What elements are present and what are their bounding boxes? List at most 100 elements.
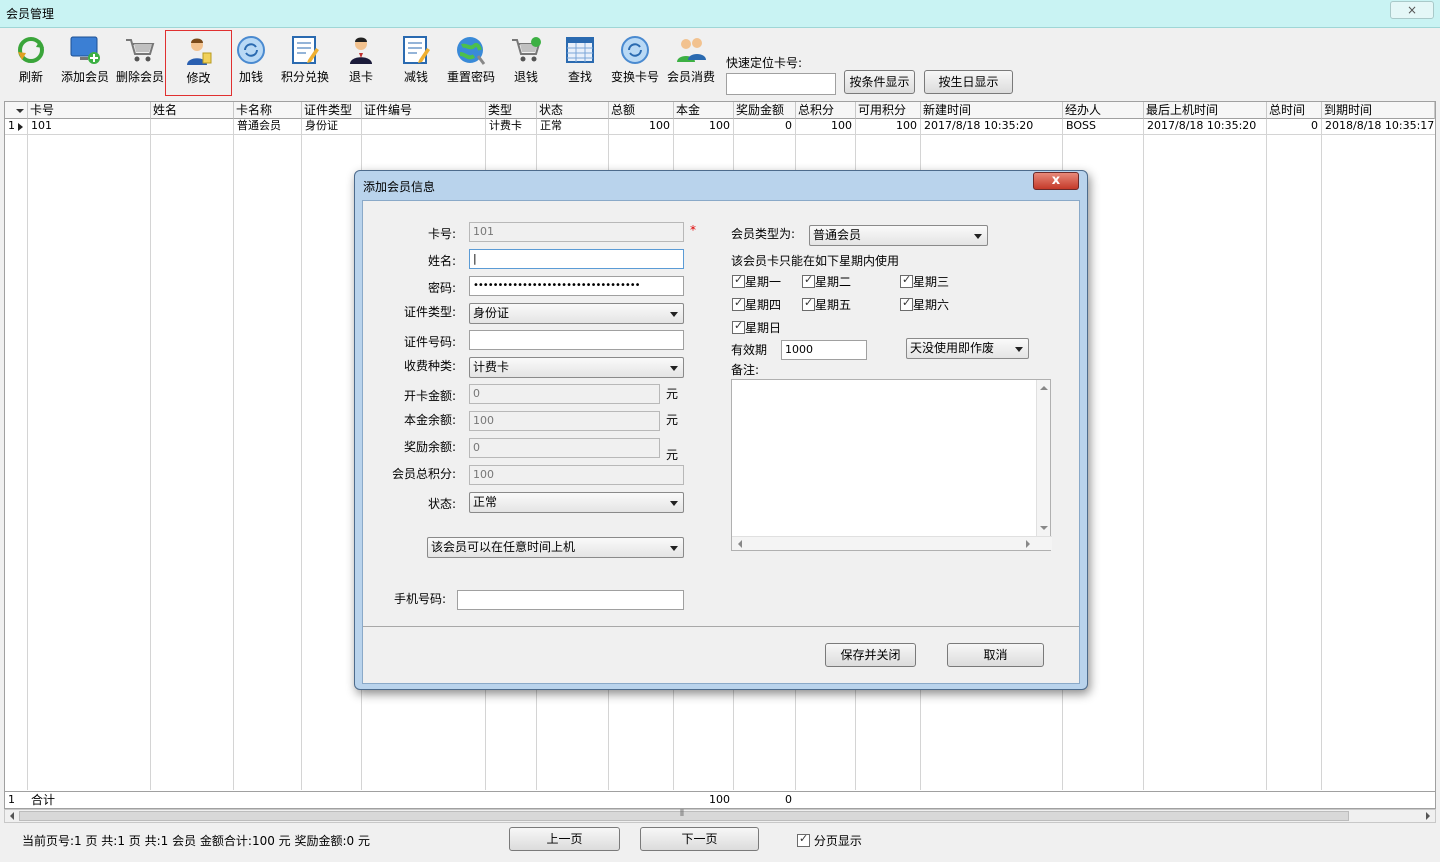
grid-line xyxy=(1266,119,1267,790)
refresh-button[interactable]: 刷新 xyxy=(10,30,52,96)
password-field[interactable]: •••••••••••••••••••••••••••••••••• xyxy=(469,276,684,296)
remark-textarea[interactable] xyxy=(731,379,1052,551)
paging-toggle[interactable]: 分页显示 xyxy=(797,832,862,849)
points-exchange-icon xyxy=(292,36,319,64)
column-header-type[interactable]: 类型 xyxy=(486,102,537,119)
cell-id-no xyxy=(362,119,485,134)
column-header-total[interactable]: 总额 xyxy=(609,102,674,119)
weekday-thursday[interactable]: 星期四 xyxy=(732,296,781,313)
open-amount-field: 0 xyxy=(469,384,660,404)
remark-horizontal-scrollbar[interactable] xyxy=(732,536,1052,550)
dialog-close-button[interactable]: x xyxy=(1033,172,1079,190)
weekday-wednesday[interactable]: 星期三 xyxy=(900,273,949,290)
filter-display-button[interactable]: 按条件显示 xyxy=(844,70,915,94)
points-exchange-button[interactable]: 积分兑换 xyxy=(278,30,332,96)
save-close-button[interactable]: 保存并关闭 xyxy=(825,643,916,667)
column-header-total-time[interactable]: 总时间 xyxy=(1267,102,1322,119)
column-header-operator[interactable]: 经办人 xyxy=(1063,102,1144,119)
fee-type-select[interactable]: 计费卡 xyxy=(469,357,684,378)
delete-member-button[interactable]: 删除会员 xyxy=(114,30,166,96)
weekday-tuesday-label: 星期二 xyxy=(815,275,852,289)
column-header-points[interactable]: 总积分 xyxy=(796,102,856,119)
bonus-balance-unit: 元 xyxy=(666,448,679,462)
add-member-label: 添加会员 xyxy=(60,70,109,84)
change-card-button[interactable]: 变换卡号 xyxy=(608,30,662,96)
refund-button[interactable]: 退钱 xyxy=(507,30,545,96)
summary-base-total: 100 xyxy=(709,793,730,806)
base-balance-label: 本金余额: xyxy=(403,413,456,427)
chevron-down-icon xyxy=(670,366,678,371)
cell-operator: BOSS xyxy=(1066,119,1096,132)
open-amount-unit: 元 xyxy=(666,387,679,401)
weekday-tuesday-checkbox[interactable] xyxy=(802,273,815,288)
weekday-saturday-checkbox[interactable] xyxy=(900,296,913,311)
column-header-expire-time[interactable]: 到期时间 xyxy=(1322,102,1435,119)
valid-period-field[interactable]: 1000 xyxy=(781,340,867,360)
weekday-sunday-checkbox[interactable] xyxy=(732,319,745,334)
bonus-balance-field: 0 xyxy=(469,438,660,458)
remark-vertical-scrollbar[interactable] xyxy=(1036,380,1050,536)
reset-password-button[interactable]: 重置密码 xyxy=(444,30,498,96)
phone-label: 手机号码: xyxy=(393,592,446,606)
card-no-field: 101 xyxy=(469,222,684,242)
add-money-button[interactable]: 加钱 xyxy=(234,30,268,96)
edit-member-button[interactable]: 修改 xyxy=(165,30,232,96)
column-header-id-type[interactable]: 证件类型 xyxy=(302,102,362,119)
weekday-monday[interactable]: 星期一 xyxy=(732,273,781,290)
change-card-label: 变换卡号 xyxy=(610,70,659,84)
column-header-status[interactable]: 状态 xyxy=(537,102,609,119)
paging-checkbox[interactable] xyxy=(797,832,810,847)
weekday-thursday-checkbox[interactable] xyxy=(732,296,745,311)
cancel-button[interactable]: 取消 xyxy=(947,643,1044,667)
horizontal-scrollbar[interactable]: ⦀ xyxy=(4,809,1436,823)
time-rule-select[interactable]: 该会员可以在任意时间上机 xyxy=(427,537,684,558)
weekday-saturday[interactable]: 星期六 xyxy=(900,296,949,313)
status-select[interactable]: 正常 xyxy=(469,492,684,513)
table-row[interactable]: 1 101 普通会员 身份证 计费卡 正常 100 100 0 100 100 … xyxy=(5,119,1435,135)
column-header-available-points[interactable]: 可用积分 xyxy=(856,102,921,119)
next-page-button[interactable]: 下一页 xyxy=(640,827,759,851)
valid-rule-select[interactable]: 天没使用即作废 xyxy=(906,338,1029,359)
member-consume-button[interactable]: 会员消费 xyxy=(664,30,718,96)
weekday-sunday[interactable]: 星期日 xyxy=(732,319,781,336)
chevron-down-icon xyxy=(1015,347,1023,352)
member-type-select[interactable]: 普通会员 xyxy=(809,225,988,246)
edit-member-icon xyxy=(186,38,211,65)
weekday-tuesday[interactable]: 星期二 xyxy=(802,273,851,290)
name-field[interactable]: | xyxy=(469,249,684,269)
column-header-bonus[interactable]: 奖励金额 xyxy=(734,102,796,119)
id-type-select[interactable]: 身份证 xyxy=(469,303,684,324)
scroll-left-icon xyxy=(738,540,742,548)
grid-row-header-corner[interactable] xyxy=(5,102,28,119)
password-label: 密码: xyxy=(427,281,456,295)
column-header-base[interactable]: 本金 xyxy=(674,102,734,119)
search-button[interactable]: 查找 xyxy=(562,30,598,96)
column-header-name[interactable]: 姓名 xyxy=(151,102,234,119)
scroll-thumb[interactable]: ⦀ xyxy=(19,809,1349,821)
birthday-display-button[interactable]: 按生日显示 xyxy=(924,70,1013,94)
prev-page-button[interactable]: 上一页 xyxy=(509,827,620,851)
weekday-friday[interactable]: 星期五 xyxy=(802,296,851,313)
return-card-button[interactable]: 退卡 xyxy=(343,30,379,96)
subtract-money-button[interactable]: 减钱 xyxy=(398,30,434,96)
summary-index: 1 xyxy=(8,793,15,806)
cell-points: 100 xyxy=(831,119,852,132)
phone-field[interactable] xyxy=(457,590,684,610)
add-member-button[interactable]: 添加会员 xyxy=(58,30,112,96)
column-header-last-login[interactable]: 最后上机时间 xyxy=(1144,102,1267,119)
column-header-card-no[interactable]: 卡号 xyxy=(28,102,151,119)
quick-locate-input[interactable] xyxy=(726,73,836,95)
window-close-button[interactable]: × xyxy=(1390,1,1434,19)
weekday-note: 该会员卡只能在如下星期内使用 xyxy=(731,254,900,268)
base-balance-unit: 元 xyxy=(666,413,679,427)
reset-password-icon xyxy=(457,37,486,65)
column-header-created-time[interactable]: 新建时间 xyxy=(921,102,1063,119)
column-header-card-name[interactable]: 卡名称 xyxy=(234,102,302,119)
weekday-wednesday-checkbox[interactable] xyxy=(900,273,913,288)
weekday-monday-checkbox[interactable] xyxy=(732,273,745,288)
change-card-icon xyxy=(621,36,649,64)
base-balance-field: 100 xyxy=(469,411,660,431)
id-no-field[interactable] xyxy=(469,330,684,350)
weekday-friday-checkbox[interactable] xyxy=(802,296,815,311)
column-header-id-no[interactable]: 证件编号 xyxy=(362,102,486,119)
